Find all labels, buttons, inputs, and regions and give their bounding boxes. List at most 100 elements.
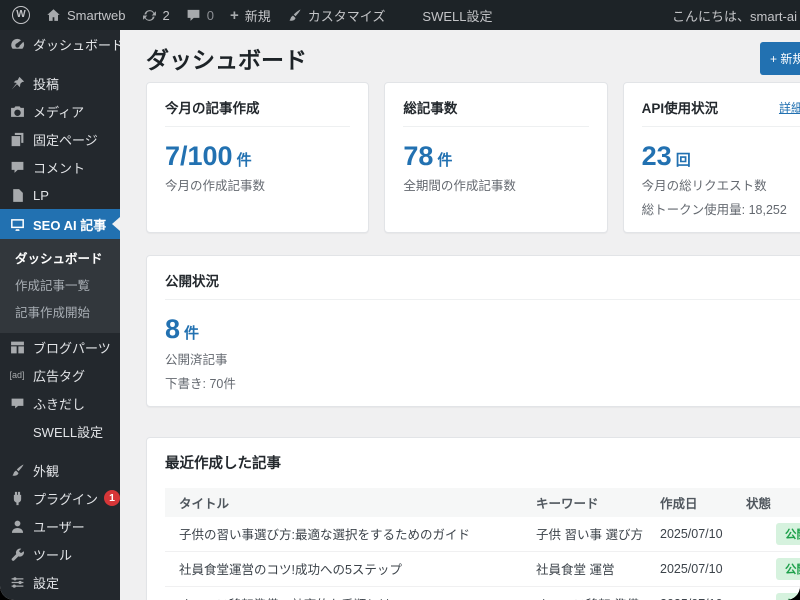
sidebar-item-users[interactable]: ユーザー (0, 512, 120, 540)
sidebar-item-seo-ai[interactable]: SEO AI 記事 (0, 209, 120, 239)
sidebar-item-label: 広告タグ (33, 368, 86, 384)
table-header: タイトル キーワード 作成日 状態 (165, 487, 800, 517)
sidebar-item-pages[interactable]: 固定ページ (0, 125, 120, 153)
home-icon (46, 8, 61, 23)
sidebar-item-label: ブログパーツ (33, 340, 111, 356)
stat-unit: 件 (437, 152, 453, 169)
table-row[interactable]: 社員食堂運営のコツ!成功への5ステップ 社員食堂 運営 2025/07/10 公開 (165, 552, 800, 587)
article-title-cell: オフィス移転準備の効率的な手順とは (165, 594, 536, 600)
recent-articles-title: 最近作成した記事 (165, 455, 281, 472)
ad-icon: [ad] (9, 369, 25, 380)
stat-value: 78 (403, 141, 434, 171)
admin-bar-item-plus[interactable]: + 新規 (222, 0, 279, 30)
article-title-cell: 子供の習い事選び方:最適な選択をするためのガイド (179, 528, 470, 543)
new-post-button[interactable]: + 新規 (760, 42, 800, 75)
column-header-0: タイトル (179, 496, 230, 511)
settings-icon (9, 575, 25, 590)
admin-bar-item-home[interactable]: Smartweb (38, 0, 134, 30)
sidebar-item-swell-settings[interactable]: SWELL設定 (0, 417, 120, 445)
admin-bar-item-comments[interactable]: 0 (178, 0, 222, 30)
card-recent-articles: 最近作成した記事 タイトル キーワード 作成日 状態 子供の習い事選び方:最適な選択を… (146, 436, 800, 600)
stat-caption: 今月の作成記事数 (165, 179, 266, 194)
card-head: API使用状況 詳細ログ (641, 97, 800, 127)
sidebar-item-settings[interactable]: 設定 (0, 568, 120, 596)
page-header: ダッシュボード + 新規 (146, 42, 800, 75)
admin-bar-items: W Smartweb 2 0 + 新規 カスタマイズ SWELL設定 (4, 0, 500, 30)
sidebar-item-blog-parts[interactable]: ブログパーツ (0, 333, 120, 361)
table-row[interactable]: 子供の習い事選び方:最適な選択をするためのガイド 子供 習い事 選び方 2025/0… (165, 517, 800, 552)
column-header-2: 作成日 (660, 496, 698, 511)
sidebar-item-label: LP (33, 187, 49, 203)
card-head: 今月の記事作成 (165, 97, 351, 127)
admin-bar-item-swell[interactable]: SWELL設定 (393, 0, 500, 30)
admin-bar-item-updates[interactable]: 2 (134, 0, 178, 30)
admin-bar-item-customize[interactable]: カスタマイズ (279, 0, 394, 30)
card-title: 総記事数 (403, 101, 458, 116)
sidebar-item-fukidashi[interactable]: ふきだし (0, 389, 120, 417)
admin-bar-greeting[interactable]: こんにちは、smart-ai (672, 6, 800, 25)
detail-log-link[interactable]: 詳細ログ (779, 99, 800, 116)
sidebar-item-plugins[interactable]: プラグイン 1 (0, 484, 120, 512)
sidebar-item-tools[interactable]: ツール (0, 540, 120, 568)
article-status-cell: 公開 (746, 557, 800, 580)
sidebar-item-media[interactable]: メディア (0, 97, 120, 125)
sidebar-item-label: 設定 (33, 575, 60, 591)
sidebar-item-label: ユーザー (33, 519, 85, 535)
sidebar-item-ad-tag[interactable]: [ad] 広告タグ (0, 361, 120, 389)
table-row[interactable]: オフィス移転準備の効率的な手順とはオフィス移転 準備2025/07/10公開 (165, 587, 800, 600)
sidebar-subitem-2[interactable]: 記事作成開始 (0, 298, 120, 325)
article-date-cell: 2025/07/10 (660, 526, 723, 541)
sidebar-subitem-1[interactable]: 作成記事一覧 (0, 271, 120, 298)
card-head: 総記事数 (403, 97, 589, 127)
pages-icon (9, 132, 25, 147)
menu-separator (0, 58, 120, 69)
admin-bar-item-label: カスタマイズ (307, 8, 386, 24)
column-header-1: キーワード (536, 496, 599, 511)
sidebar-item-comments[interactable]: コメント (0, 153, 120, 181)
appearance-icon (9, 463, 25, 478)
sidebar-item-label: 投稿 (33, 76, 60, 92)
page-title: ダッシュボード (146, 47, 307, 73)
admin-bar-item-count: 2 (162, 7, 170, 23)
card-title: API使用状況 (641, 101, 719, 116)
admin-bar-item-label: SWELL設定 (422, 8, 493, 24)
status-badge: 公開 (776, 522, 800, 545)
sidebar-item-dashboard[interactable]: ダッシュボード (0, 30, 120, 58)
sidebar-subitem-0[interactable]: ダッシュボード (0, 244, 120, 271)
menu-separator (0, 445, 120, 456)
sidebar-item-label: ツール (33, 547, 73, 563)
admin-bar-item-label: 新規 (244, 8, 271, 24)
stat-caption: 全期間の作成記事数 (403, 179, 516, 194)
sidebar-item-label: ふきだし (33, 396, 86, 412)
stat-unit: 回 (675, 152, 691, 169)
stat-sub: 総トークン使用量: 18,252 (641, 203, 787, 218)
stat-unit: 件 (236, 152, 252, 169)
swell-icon (401, 8, 416, 23)
sidebar-item-lp[interactable]: LP (0, 181, 120, 209)
article-status-cell: 公開 (746, 592, 800, 600)
updates-icon (142, 8, 157, 23)
sidebar-item-label: 外観 (33, 463, 60, 479)
admin-bar-item-wordpress-logo[interactable]: W (4, 0, 38, 30)
sidebar-item-posts[interactable]: 投稿 (0, 69, 120, 97)
article-status-cell: 公開 (746, 522, 800, 545)
admin-bar-item-label: Smartweb (67, 7, 126, 23)
main-content: ダッシュボード + 新規 今月の記事作成 7/100 件 今月の作成記事数 総記事… (120, 30, 800, 600)
admin-sidebar: ダッシュボード 投稿 メディア 固定ページ コメント LP SEO AI 記事 ダッシュボード… (0, 30, 120, 600)
sidebar-item-label: コメント (33, 160, 86, 176)
sidebar-item-label: 固定ページ (33, 132, 98, 148)
article-date-cell: 2025/07/10 (660, 561, 723, 576)
sidebar-item-patterns[interactable]: ↺パターン (0, 596, 120, 600)
card-monthly-articles: 今月の記事作成 7/100 件 今月の作成記事数 (146, 82, 370, 234)
column-header-3: 状態 (746, 496, 772, 511)
stat-sub: 下書き: 70件 (165, 376, 236, 391)
dashboard-icon (9, 37, 25, 52)
card-head: 公開状況 (165, 270, 800, 301)
stat-value: 7/100 (165, 141, 233, 171)
wordpress-logo: W (12, 6, 30, 24)
card-total-articles: 総記事数 78 件 全期間の作成記事数 (384, 82, 608, 234)
sidebar-item-label: プラグイン (33, 491, 98, 507)
article-title-cell: 社員食堂運営のコツ!成功への5ステップ (179, 563, 402, 578)
sidebar-item-appearance[interactable]: 外観 (0, 456, 120, 484)
stat-unit: 件 (184, 325, 200, 343)
